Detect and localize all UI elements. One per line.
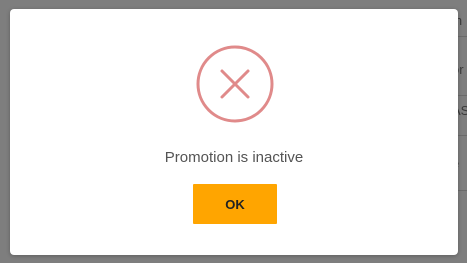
error-x-circle-icon — [196, 45, 274, 123]
alert-message: Promotion is inactive — [164, 149, 304, 166]
ok-button[interactable]: OK — [193, 184, 277, 224]
modal-backdrop[interactable]: in or AS e Promotion is inactive OK — [0, 0, 467, 263]
alert-dialog: Promotion is inactive OK — [10, 9, 458, 255]
